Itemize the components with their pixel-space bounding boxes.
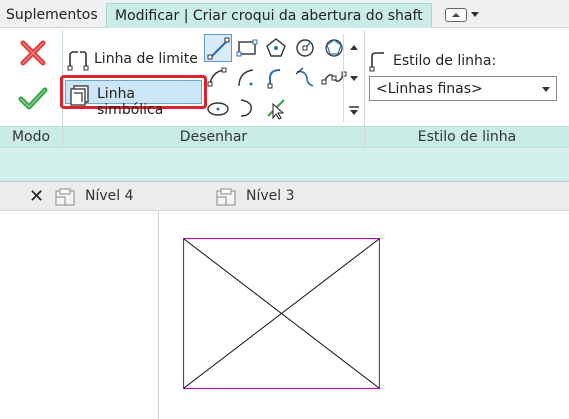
gallery-expand-icon[interactable] bbox=[344, 94, 364, 122]
line-style-icon bbox=[369, 52, 384, 72]
estilo-de-linha-field: Estilo de linha: bbox=[368, 48, 558, 74]
pick-lines-tool-icon[interactable] bbox=[262, 94, 290, 122]
estilo-de-linha-value: <Linhas finas> bbox=[376, 81, 483, 97]
panel-separator bbox=[62, 126, 63, 147]
view-tab-label: Nível 4 bbox=[85, 188, 134, 204]
floor-plan-icon bbox=[55, 188, 75, 206]
boundary-line-icon bbox=[67, 51, 89, 71]
arc-center-tool-icon[interactable] bbox=[233, 64, 261, 92]
linha-simbolica-highlight: Linha simbólica bbox=[65, 80, 202, 118]
gallery-scroll-up-icon[interactable] bbox=[344, 34, 364, 62]
view-tab-bar: ✕ Nível 4 Nível 3 bbox=[0, 182, 569, 211]
cancel-x-icon[interactable] bbox=[19, 39, 47, 67]
linha-de-limite-button[interactable]: Linha de limite bbox=[66, 48, 206, 74]
tab-modificar-shaft[interactable]: Modificar | Criar croqui da abertura do … bbox=[106, 3, 432, 28]
linha-de-limite-label: Linha de limite bbox=[94, 51, 198, 67]
gallery-scroll bbox=[343, 34, 363, 122]
ribbon-tab-strip: Suplementos Modificar | Criar croqui da … bbox=[0, 0, 569, 28]
shaft-opening-sketch[interactable] bbox=[183, 238, 380, 389]
draw-tools-gallery bbox=[204, 34, 347, 122]
view-tab-label: Nível 3 bbox=[246, 188, 295, 204]
gallery-scroll-down-icon[interactable] bbox=[344, 64, 364, 92]
ellipse-tool-icon[interactable] bbox=[204, 94, 232, 122]
circle-tool-icon[interactable] bbox=[291, 34, 319, 62]
fillet-arc-tool-icon[interactable] bbox=[291, 64, 319, 92]
panel-title-estilo: Estilo de linha bbox=[417, 129, 517, 145]
floor-plan-icon bbox=[216, 188, 236, 206]
tangent-arc-tool-icon[interactable] bbox=[262, 64, 290, 92]
linha-simbolica-label: Linha simbólica bbox=[97, 86, 164, 118]
tab-suplementos[interactable]: Suplementos bbox=[0, 3, 104, 28]
window-toggle-icon[interactable] bbox=[445, 8, 467, 22]
estilo-de-linha-label: Estilo de linha: bbox=[393, 53, 497, 69]
panel-title-bar: Modo Desenhar Estilo de linha bbox=[0, 126, 569, 147]
chevron-down-icon[interactable] bbox=[471, 12, 479, 17]
panel-title-desenhar: Desenhar bbox=[179, 129, 248, 145]
panel-separator bbox=[364, 126, 365, 147]
arc-start-end-tool-icon[interactable] bbox=[204, 64, 232, 92]
close-icon[interactable]: ✕ bbox=[29, 186, 44, 207]
rectangle-tool-icon[interactable] bbox=[233, 34, 261, 62]
estilo-de-linha-select[interactable]: <Linhas finas> bbox=[369, 76, 557, 101]
polygon-inscribed-tool-icon[interactable] bbox=[262, 34, 290, 62]
options-bar bbox=[0, 147, 569, 182]
line-tool-icon[interactable] bbox=[204, 34, 232, 62]
panel-title-modo: Modo bbox=[11, 129, 51, 145]
chevron-down-icon bbox=[542, 87, 550, 92]
partial-ellipse-tool-icon[interactable] bbox=[233, 94, 261, 122]
finish-check-icon[interactable] bbox=[18, 86, 48, 112]
linha-simbolica-button[interactable]: Linha simbólica bbox=[60, 75, 207, 118]
symbolic-line-icon bbox=[70, 85, 89, 106]
